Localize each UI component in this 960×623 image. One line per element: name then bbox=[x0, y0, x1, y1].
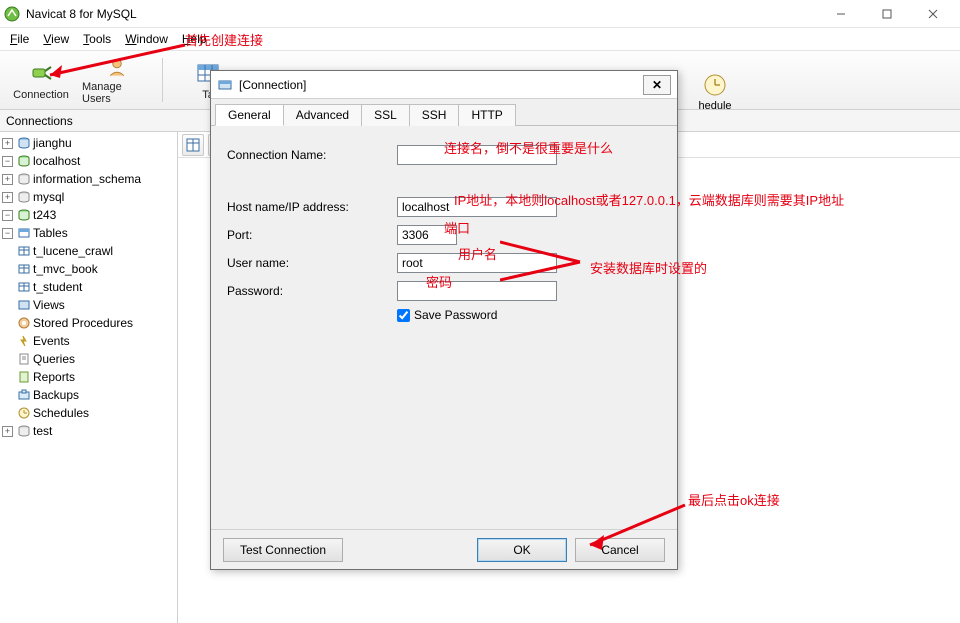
clock-icon bbox=[702, 72, 728, 98]
table-icon bbox=[17, 244, 31, 258]
input-port[interactable] bbox=[397, 225, 457, 245]
toolbar-manage-users-label: Manage Users bbox=[82, 81, 152, 105]
database-icon bbox=[17, 190, 31, 204]
tables-folder-icon bbox=[17, 226, 31, 240]
connections-pane-header: Connections bbox=[0, 110, 178, 132]
tree-item-label[interactable]: mysql bbox=[33, 190, 64, 204]
ok-button[interactable]: OK bbox=[477, 538, 567, 562]
dialog-close-button[interactable]: ✕ bbox=[643, 75, 671, 95]
label-port: Port: bbox=[227, 228, 397, 242]
toolbar-connection-label: Connection bbox=[13, 89, 69, 101]
tree-item-label[interactable]: t_mvc_book bbox=[33, 262, 98, 276]
connection-dialog-icon bbox=[217, 77, 233, 93]
menu-file[interactable]: File bbox=[4, 30, 35, 48]
database-open-icon bbox=[17, 208, 31, 222]
tree-item-label[interactable]: Reports bbox=[33, 370, 75, 384]
backups-icon bbox=[17, 388, 31, 402]
tree-toggle[interactable]: − bbox=[2, 156, 13, 167]
label-user: User name: bbox=[227, 256, 397, 270]
reports-icon bbox=[17, 370, 31, 384]
dialog-title: [Connection] bbox=[239, 78, 643, 92]
toolbar-manage-users-button[interactable]: Manage Users bbox=[82, 55, 152, 105]
dialog-tabs: General Advanced SSL SSH HTTP bbox=[211, 99, 677, 126]
label-host: Host name/IP address: bbox=[227, 200, 397, 214]
tree-item-label[interactable]: Events bbox=[33, 334, 70, 348]
menubar: File View Tools Window Help bbox=[0, 28, 960, 50]
events-icon bbox=[17, 334, 31, 348]
tree-item-label[interactable]: test bbox=[33, 424, 52, 438]
dialog-footer: Test Connection OK Cancel bbox=[211, 529, 677, 569]
views-icon bbox=[17, 298, 31, 312]
navicat-logo-icon bbox=[4, 6, 20, 22]
user-icon bbox=[103, 55, 131, 79]
tree-toggle[interactable]: − bbox=[2, 210, 13, 221]
database-icon bbox=[17, 424, 31, 438]
tab-ssh[interactable]: SSH bbox=[409, 104, 460, 126]
sproc-icon bbox=[17, 316, 31, 330]
connections-pane-title: Connections bbox=[6, 114, 73, 128]
tree-item-label[interactable]: t_student bbox=[33, 280, 82, 294]
label-connection-name: Connection Name: bbox=[227, 148, 397, 162]
db-server-icon bbox=[17, 136, 31, 150]
window-titlebar: Navicat 8 for MySQL bbox=[0, 0, 960, 28]
input-password[interactable] bbox=[397, 281, 557, 301]
menu-view[interactable]: View bbox=[37, 30, 75, 48]
close-button[interactable] bbox=[910, 0, 956, 28]
queries-icon bbox=[17, 352, 31, 366]
tree-item-label[interactable]: Stored Procedures bbox=[33, 316, 133, 330]
connection-dialog: [Connection] ✕ General Advanced SSL SSH … bbox=[210, 70, 678, 570]
tree-item-label[interactable]: Views bbox=[33, 298, 65, 312]
input-connection-name[interactable] bbox=[397, 145, 557, 165]
database-icon bbox=[17, 172, 31, 186]
toolbar-connection-button[interactable]: Connection bbox=[6, 55, 76, 105]
db-server-open-icon bbox=[17, 154, 31, 168]
tab-http[interactable]: HTTP bbox=[458, 104, 515, 126]
menu-window[interactable]: Window bbox=[119, 30, 174, 48]
dialog-titlebar: [Connection] ✕ bbox=[211, 71, 677, 99]
tree-toggle[interactable]: + bbox=[2, 138, 13, 149]
tree-item-label[interactable]: Queries bbox=[33, 352, 75, 366]
tree-item-label[interactable]: Schedules bbox=[33, 406, 89, 420]
toolbar-schedule-partial: hedule bbox=[680, 64, 750, 120]
minimize-button[interactable] bbox=[818, 0, 864, 28]
toolbar-separator bbox=[162, 58, 163, 102]
tree-item-label[interactable]: t243 bbox=[33, 208, 56, 222]
object-tool-1[interactable] bbox=[182, 134, 204, 156]
tab-advanced[interactable]: Advanced bbox=[283, 104, 362, 126]
tree-item-label[interactable]: Backups bbox=[33, 388, 79, 402]
tab-ssl[interactable]: SSL bbox=[361, 104, 410, 126]
label-save-password: Save Password bbox=[414, 308, 497, 322]
cancel-button[interactable]: Cancel bbox=[575, 538, 665, 562]
tree-toggle[interactable]: − bbox=[2, 228, 13, 239]
window-title: Navicat 8 for MySQL bbox=[26, 7, 818, 21]
table-icon bbox=[17, 280, 31, 294]
tree-item-label[interactable]: information_schema bbox=[33, 172, 141, 186]
maximize-button[interactable] bbox=[864, 0, 910, 28]
tree-item-label[interactable]: jianghu bbox=[33, 136, 72, 150]
schedules-icon bbox=[17, 406, 31, 420]
tree-item-label[interactable]: Tables bbox=[33, 226, 68, 240]
input-host[interactable] bbox=[397, 197, 557, 217]
tree-toggle[interactable]: + bbox=[2, 174, 13, 185]
tree-toggle[interactable]: + bbox=[2, 192, 13, 203]
tab-general[interactable]: General bbox=[215, 104, 284, 126]
input-user[interactable] bbox=[397, 253, 557, 273]
dialog-body: Connection Name: Host name/IP address: P… bbox=[211, 126, 677, 529]
test-connection-button[interactable]: Test Connection bbox=[223, 538, 343, 562]
connection-tree[interactable]: +jianghu −localhost +information_schema … bbox=[0, 132, 178, 623]
tree-item-label[interactable]: t_lucene_crawl bbox=[33, 244, 113, 258]
plug-icon bbox=[27, 59, 55, 87]
label-password: Password: bbox=[227, 284, 397, 298]
tree-toggle[interactable]: + bbox=[2, 426, 13, 437]
table-icon bbox=[17, 262, 31, 276]
menu-help[interactable]: Help bbox=[176, 30, 213, 48]
grid-icon bbox=[186, 138, 200, 152]
tree-item-label[interactable]: localhost bbox=[33, 154, 80, 168]
checkbox-save-password[interactable] bbox=[397, 309, 410, 322]
menu-tools[interactable]: Tools bbox=[77, 30, 117, 48]
